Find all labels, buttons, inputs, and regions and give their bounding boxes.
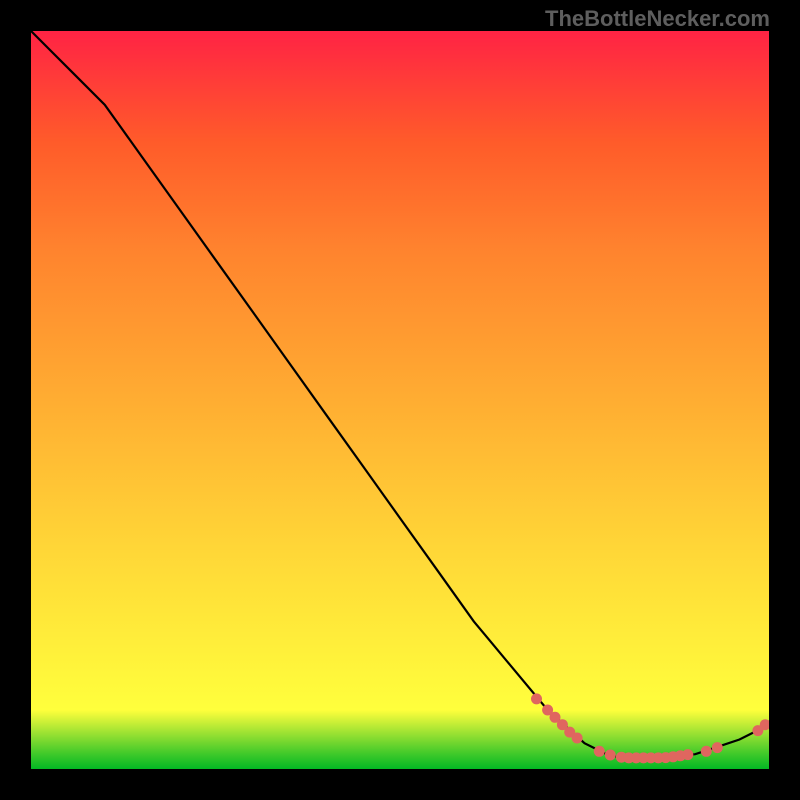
chart-container: TheBottleNecker.com bbox=[0, 0, 800, 800]
gradient-background bbox=[31, 31, 769, 769]
attribution-label: TheBottleNecker.com bbox=[545, 6, 770, 32]
